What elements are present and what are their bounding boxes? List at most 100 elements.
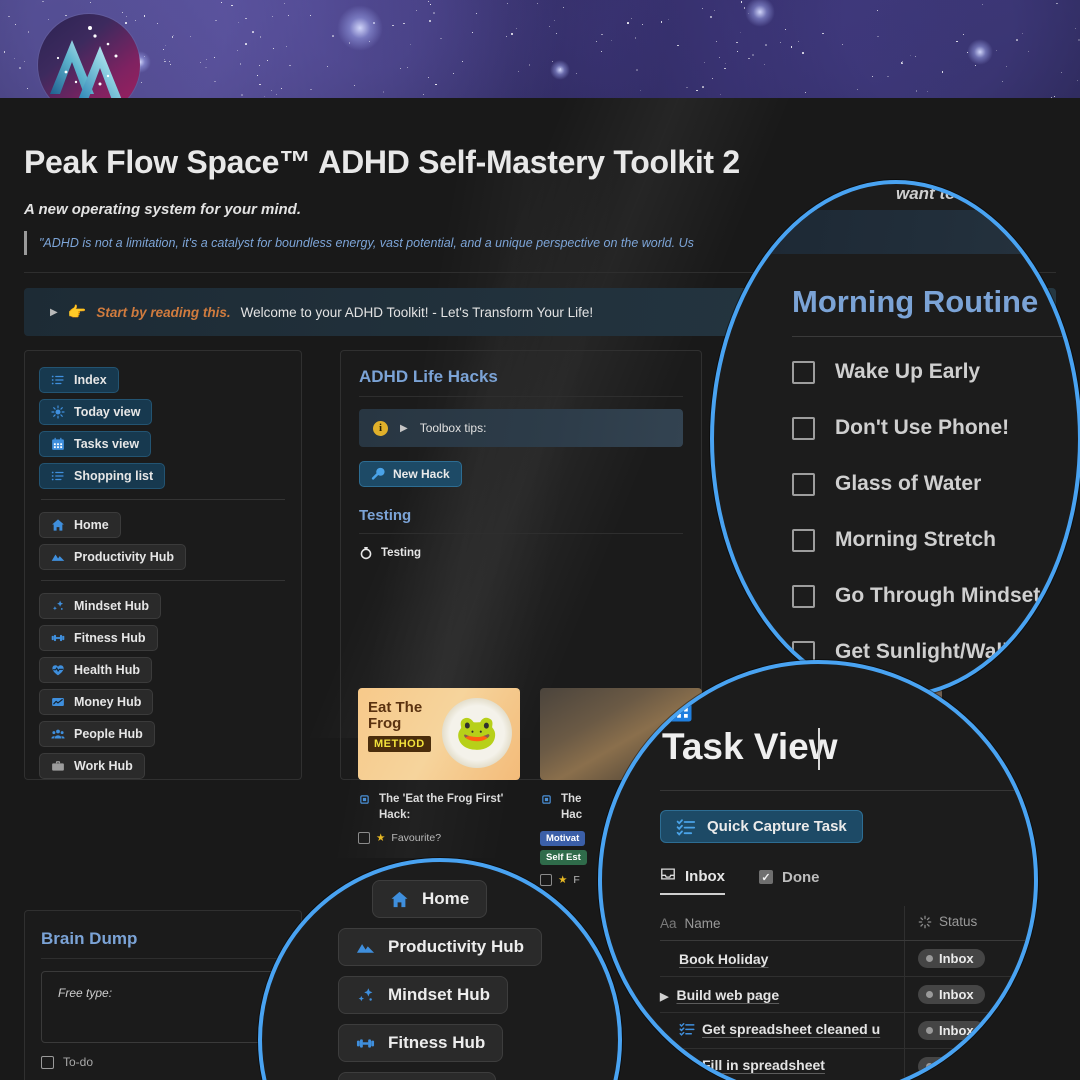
tab-done[interactable]: ✓ Done <box>759 869 820 893</box>
callout-text: Welcome to your ADHD Toolkit! - Let's Tr… <box>240 304 594 320</box>
divider <box>41 958 285 959</box>
hub-button-mindset-hub[interactable]: Mindset Hub <box>338 976 508 1014</box>
sidebar-item-mindset-hub[interactable]: Mindset Hub <box>39 593 161 619</box>
hub-button-productivity-hub[interactable]: Productivity Hub <box>338 928 543 966</box>
star <box>399 68 401 69</box>
sidebar-item-index[interactable]: Index <box>39 367 119 393</box>
morning-routine-label: Go Through Mindset Exercis <box>835 584 1080 607</box>
checkbox-icon[interactable] <box>792 416 815 440</box>
task-name-cell[interactable]: Get spreadsheet cleaned u <box>660 1012 904 1049</box>
star <box>271 15 273 17</box>
star <box>327 65 329 67</box>
checkbox-icon[interactable] <box>792 472 815 496</box>
sidebar-item-tasks-view[interactable]: Tasks view <box>39 431 152 457</box>
brain-dump-input[interactable]: Free type: <box>41 971 285 1043</box>
sidebar-item-label: Today view <box>74 405 141 419</box>
sidebar-item-today-view[interactable]: Today view <box>39 399 153 425</box>
task-status-cell[interactable]: Inbox <box>904 1048 1034 1080</box>
brain-dump-title: Brain Dump <box>41 929 138 948</box>
morning-routine-item[interactable]: Wake Up Early <box>792 360 980 384</box>
star <box>876 10 878 11</box>
tab-inbox[interactable]: Inbox <box>660 866 725 895</box>
status-badge[interactable]: Inbox <box>918 1021 985 1040</box>
testing-row[interactable]: Testing <box>359 546 683 560</box>
table-row[interactable]: Get spreadsheet cleaned u Inbox <box>660 1012 1034 1049</box>
checkbox-icon[interactable] <box>41 1055 54 1069</box>
hub-button-label: Fitness Hub <box>388 1033 486 1052</box>
status-badge[interactable]: Inbox <box>918 949 985 968</box>
expand-caret-icon[interactable]: ▶ <box>660 991 668 1003</box>
magnifier-hub-buttons: Home Productivity Hub Mindset Hub Fitness H… <box>258 858 622 1080</box>
star <box>763 63 765 65</box>
star <box>289 64 291 66</box>
task-status-cell[interactable]: Inbox <box>904 940 1034 977</box>
task-status-cell[interactable]: Inbox <box>904 1012 1034 1049</box>
table-row[interactable]: Book Holiday Inbox <box>660 940 1034 977</box>
chevron-right-icon[interactable]: ▶ <box>50 307 58 318</box>
sidebar-item-label: Index <box>74 373 107 387</box>
star <box>518 70 520 72</box>
task-status-cell[interactable]: Inbox <box>904 976 1034 1013</box>
testing-label: Testing <box>381 547 422 559</box>
hub-button-home[interactable]: Home <box>372 880 488 918</box>
star <box>427 0 429 2</box>
column-header-status[interactable]: Status <box>904 906 1034 941</box>
star <box>214 80 217 83</box>
column-header-name[interactable]: Aa Name <box>660 906 904 941</box>
star <box>90 1 92 3</box>
morning-routine-item[interactable]: Morning Stretch <box>792 528 996 552</box>
table-row[interactable]: Fill in spreadsheet Inbox <box>660 1048 1034 1080</box>
sidebar-item-work-hub[interactable]: Work Hub <box>39 753 145 779</box>
task-name-cell[interactable]: ▶ Build web page <box>660 976 904 1013</box>
morning-routine-item[interactable]: Glass of Water <box>792 472 981 496</box>
sidebar-item-people-hub[interactable]: People Hub <box>39 721 155 747</box>
sidebar-item-home[interactable]: Home <box>39 512 121 538</box>
morning-routine-item[interactable]: Go Through Mindset Exercis <box>792 584 1080 608</box>
sidebar-item-label: Productivity Hub <box>74 550 175 564</box>
star <box>164 61 166 63</box>
card-favourite-row[interactable]: ★ Favourite? <box>358 832 520 845</box>
task-name-cell[interactable]: Book Holiday <box>660 940 904 977</box>
star <box>915 90 918 92</box>
star <box>42 1 44 3</box>
status-badge[interactable]: Inbox <box>918 1057 985 1076</box>
star <box>221 2 222 3</box>
status-badge[interactable]: Inbox <box>918 985 985 1004</box>
hub-button-fitness-hub[interactable]: Fitness Hub <box>338 1024 504 1062</box>
task-name-cell[interactable]: Fill in spreadsheet <box>660 1048 904 1080</box>
morning-routine-label: Glass of Water <box>835 472 982 495</box>
star <box>790 46 793 48</box>
sidebar-item-label: Mindset Hub <box>74 599 149 613</box>
hub-button-health-hub[interactable]: Health Hub <box>338 1072 496 1080</box>
morning-routine-item[interactable]: Don't Use Phone! <box>792 416 1009 440</box>
checkbox-icon[interactable] <box>792 584 815 608</box>
sidebar-item-label: People Hub <box>74 727 143 741</box>
star <box>266 59 268 61</box>
checklist-icon <box>679 1021 695 1040</box>
todo-item[interactable]: To-do <box>41 1055 285 1069</box>
toolbox-tips-callout[interactable]: i ▶ Toolbox tips: <box>359 409 683 447</box>
sidebar-item-productivity-hub[interactable]: Productivity Hub <box>39 544 187 570</box>
star <box>440 37 442 40</box>
sidebar-item-health-hub[interactable]: Health Hub <box>39 657 152 683</box>
checkbox-icon[interactable] <box>792 360 815 384</box>
star <box>288 14 289 16</box>
checkbox-icon[interactable] <box>358 832 370 845</box>
sidebar-item-shopping-list[interactable]: Shopping list <box>39 463 166 489</box>
star <box>982 3 984 5</box>
star <box>956 41 958 43</box>
sidebar-item-fitness-hub[interactable]: Fitness Hub <box>39 625 158 651</box>
sidebar-item-money-hub[interactable]: Money Hub <box>39 689 154 715</box>
star <box>740 1 743 3</box>
star <box>14 24 16 25</box>
method-badge: METHOD <box>368 736 431 752</box>
new-hack-button[interactable]: New Hack <box>359 461 462 487</box>
wrench-icon <box>371 467 385 481</box>
star <box>332 35 334 38</box>
chevron-right-icon[interactable]: ▶ <box>400 423 408 434</box>
checkbox-icon[interactable] <box>792 528 815 552</box>
table-row[interactable]: ▶ Build web page Inbox <box>660 976 1034 1013</box>
quick-capture-task-button[interactable]: Quick Capture Task <box>660 810 863 843</box>
star <box>171 36 174 38</box>
calendar-icon <box>664 694 694 724</box>
